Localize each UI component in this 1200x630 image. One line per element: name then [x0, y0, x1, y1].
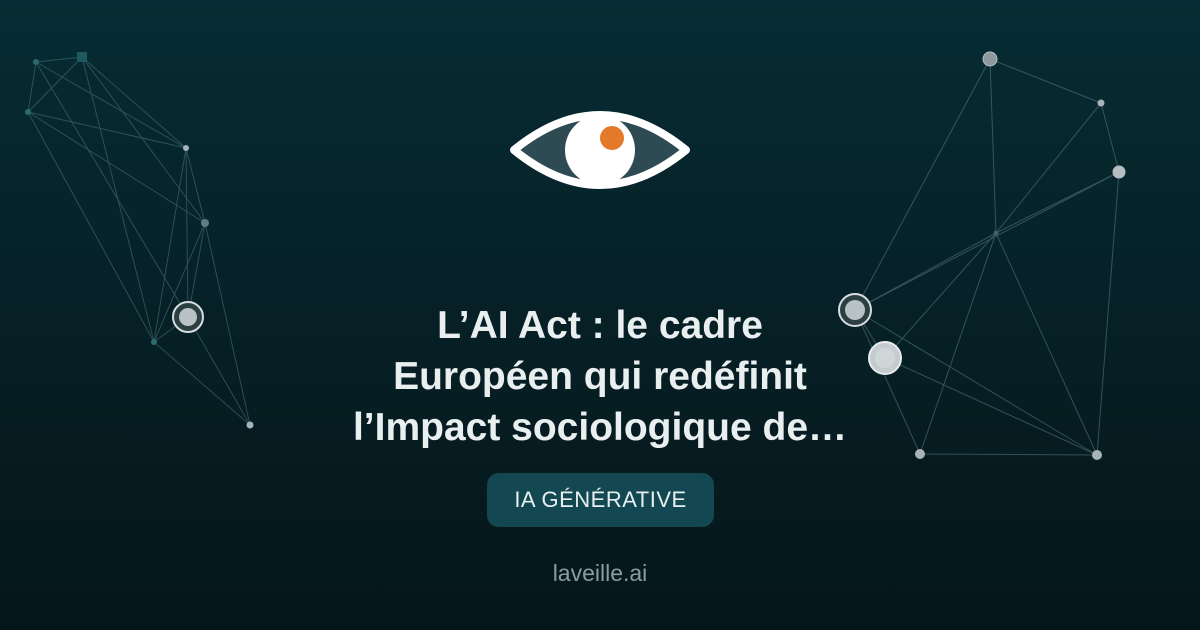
title-line: L’AI Act : le cadre	[437, 304, 763, 347]
title-line: l’Impact sociologique de…	[352, 406, 848, 449]
left-network	[27, 56, 251, 426]
eye-icon	[510, 111, 690, 189]
category-badge[interactable]: IA GÉNÉRATIVE	[487, 473, 714, 527]
title-line: Européen qui redéfinit	[393, 355, 807, 398]
site-name: laveille.ai	[552, 560, 648, 586]
article-title: L’AI Act : le cadre Européen qui redéfin…	[250, 300, 950, 453]
share-card: L’AI Act : le cadre Européen qui redéfin…	[0, 0, 1200, 630]
